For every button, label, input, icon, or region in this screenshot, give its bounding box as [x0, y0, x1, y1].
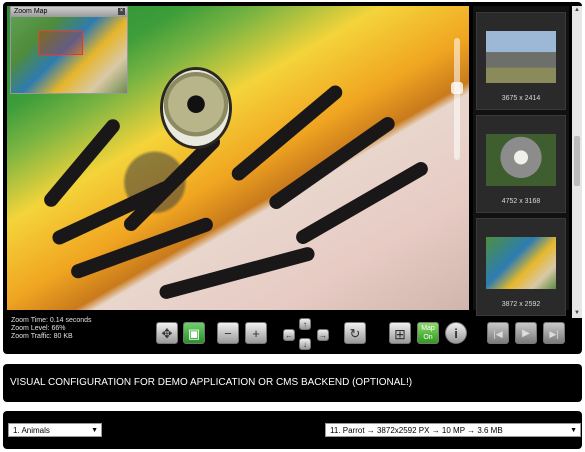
first-image-button[interactable]: |◀ [487, 322, 509, 344]
image-select-value: 11. Parrot → 3872x2592 PX → 10 MP → 3.6 … [330, 426, 503, 435]
arrow-right-icon: → [319, 331, 327, 340]
skip-last-icon: ▶| [549, 329, 559, 339]
chevron-down-icon: ▼ [570, 427, 577, 434]
thumbnail-item[interactable]: 4752 x 3168 [476, 115, 566, 213]
config-banner: VISUAL CONFIGURATION FOR DEMO APPLICATIO… [3, 364, 582, 402]
info-icon: i [454, 326, 458, 341]
selection-bar: 1. Animals ▼ 11. Parrot → 3872x2592 PX →… [3, 411, 582, 449]
thumbnail-label: 4752 x 3168 [501, 198, 541, 205]
pan-cursor-icon: ✥ [161, 326, 173, 341]
play-slideshow-button[interactable]: ▶ [515, 322, 537, 344]
map-toggle-button[interactable]: Map On [417, 322, 439, 344]
scroll-up-icon[interactable]: ▲ [572, 6, 582, 15]
arrow-left-icon: ← [285, 331, 293, 340]
image-select[interactable]: 11. Parrot → 3872x2592 PX → 10 MP → 3.6 … [325, 423, 581, 437]
select-cursor-icon: ▣ [187, 326, 201, 341]
map-on-label: Map On [421, 325, 435, 341]
pan-up-button[interactable]: ↑ [299, 318, 311, 330]
zoom-slider[interactable] [451, 38, 463, 160]
zoom-slider-track [454, 38, 460, 160]
last-image-button[interactable]: ▶| [543, 322, 565, 344]
zoom-map-title: Zoom Map × [11, 7, 127, 17]
config-text: VISUAL CONFIGURATION FOR DEMO APPLICATIO… [10, 377, 413, 388]
zoom-out-button[interactable]: − [217, 322, 239, 344]
play-icon: ▶ [522, 328, 530, 339]
zoom-in-button[interactable]: + [245, 322, 267, 344]
feather-stripe [157, 245, 317, 301]
thumbnail-item[interactable]: 3872 x 2592 [476, 218, 566, 316]
zoom-stats: Zoom Time: 0.14 seconds Zoom Level: 66% … [11, 317, 92, 341]
zoom-map-viewport[interactable] [39, 31, 83, 55]
plus-icon: + [252, 326, 260, 341]
zoom-time: Zoom Time: 0.14 seconds [11, 317, 92, 324]
parrot-eye [163, 70, 229, 146]
thumbnail-scrollbar[interactable]: ▲ ▼ [572, 6, 582, 318]
grid-icon: ⊞ [394, 326, 406, 342]
arrow-up-icon: ↑ [303, 320, 307, 329]
pan-down-button[interactable]: ↓ [299, 338, 311, 350]
zoom-level: Zoom Level: 66% [11, 325, 66, 332]
minus-icon: − [224, 326, 232, 341]
zoom-map[interactable]: Zoom Map × [10, 6, 128, 94]
category-select[interactable]: 1. Animals ▼ [8, 423, 102, 437]
zoom-slider-handle[interactable] [451, 82, 463, 94]
select-tool-button[interactable]: ▣ [183, 322, 205, 344]
category-select-value: 1. Animals [13, 426, 50, 435]
thumbnail-label: 3872 x 2592 [501, 301, 541, 308]
reset-button[interactable]: ↻ [344, 322, 366, 344]
close-icon[interactable]: × [118, 8, 125, 15]
thumbnail-image [486, 134, 556, 186]
image-viewer: Zoom Map × 3675 x 2414 4752 x 3168 3872 … [3, 2, 582, 354]
thumbnail-image [486, 31, 556, 83]
scroll-down-icon[interactable]: ▼ [572, 309, 582, 318]
refresh-icon: ↻ [349, 326, 361, 341]
zoom-map-preview [11, 17, 127, 93]
gallery-toggle-button[interactable]: ⊞ [389, 322, 411, 344]
info-button[interactable]: i [445, 322, 467, 344]
pan-left-button[interactable]: ← [283, 329, 295, 341]
skip-first-icon: |◀ [493, 329, 503, 339]
pan-right-button[interactable]: → [317, 329, 329, 341]
arrow-down-icon: ↓ [303, 340, 307, 349]
chevron-down-icon: ▼ [91, 427, 98, 434]
zoom-traffic: Zoom Traffic: 80 KB [11, 333, 73, 340]
thumbnail-label: 3675 x 2414 [501, 95, 541, 102]
thumbnail-item[interactable]: 3675 x 2414 [476, 12, 566, 110]
thumbnail-image [486, 237, 556, 289]
thumbnail-gallery: 3675 x 2414 4752 x 3168 3872 x 2592 [473, 6, 569, 316]
scroll-thumb[interactable] [574, 136, 580, 186]
feather-stripe [41, 116, 123, 210]
pan-tool-button[interactable]: ✥ [156, 322, 178, 344]
